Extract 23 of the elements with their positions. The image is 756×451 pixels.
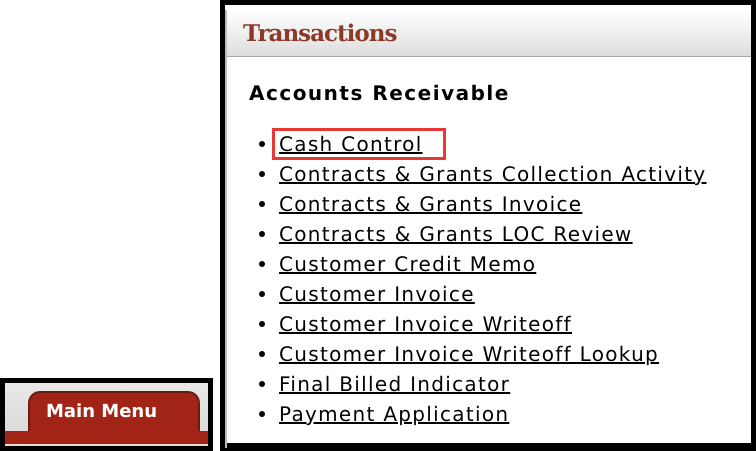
bullet-icon [259,201,265,207]
bullet-icon [259,351,265,357]
bullet-icon [259,291,265,297]
bullet-icon [259,381,265,387]
link[interactable]: Cash Control [272,128,446,160]
link[interactable]: Customer Invoice Writeoff [272,308,579,340]
bullet-icon [259,141,265,147]
link[interactable]: Customer Invoice [272,278,482,310]
bullet-icon [259,261,265,267]
link[interactable]: Payment Application [272,398,516,430]
bullet-icon [259,411,265,417]
bullet-icon [259,171,265,177]
link[interactable]: Customer Credit Memo [272,248,544,280]
link[interactable]: Contracts & Grants LOC Review [272,218,640,250]
link[interactable]: Final Billed Indicator [272,368,518,400]
bullet-icon [259,231,265,237]
bullet-icon [259,321,265,327]
main-menu-tab[interactable]: Main Menu [28,391,200,431]
panel-title: Transactions [243,20,396,46]
link[interactable]: Contracts & Grants Collection Activity [272,158,714,190]
link[interactable]: Customer Invoice Writeoff Lookup [272,338,666,370]
section-heading: Accounts Receivable [249,81,511,105]
link[interactable]: Contracts & Grants Invoice [272,188,590,220]
